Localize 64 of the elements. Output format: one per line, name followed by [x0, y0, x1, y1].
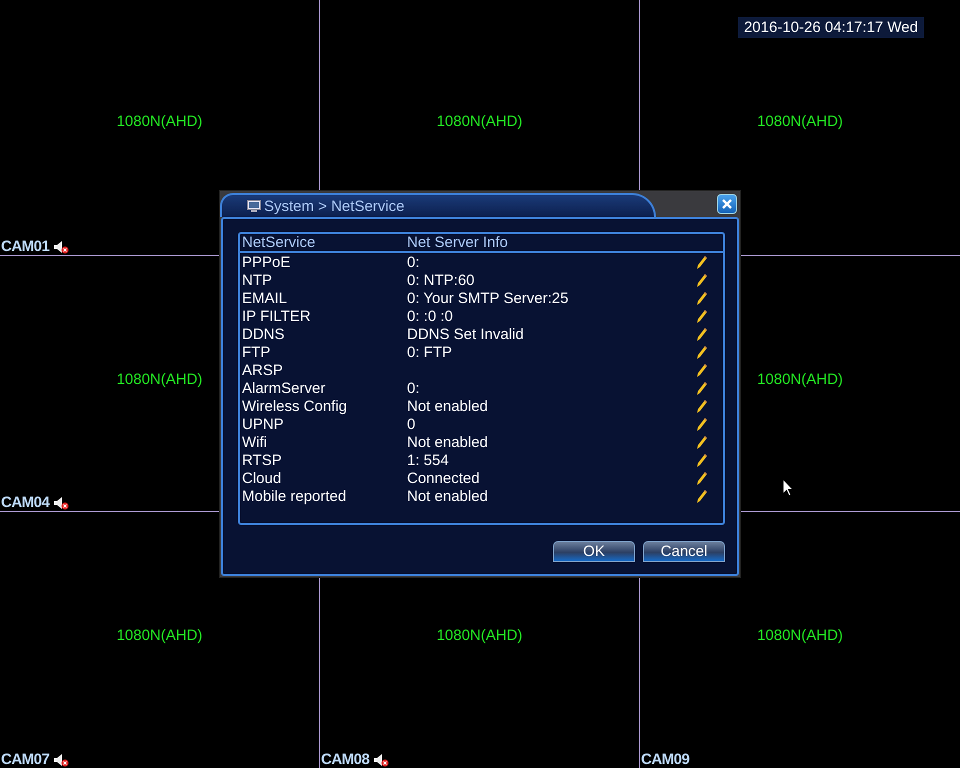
resolution-label: 1080N(AHD): [436, 627, 522, 644]
pencil-icon[interactable]: [697, 255, 707, 269]
pencil-icon[interactable]: [697, 435, 707, 449]
column-header: NetService: [241, 234, 316, 251]
pencil-icon[interactable]: [697, 273, 707, 287]
service-info: Not enabled: [406, 488, 489, 504]
camera-label: CAM04: [1, 494, 50, 511]
resolution-label: 1080N(AHD): [757, 113, 843, 130]
camera-label: CAM08: [321, 751, 370, 768]
service-info: Not enabled: [406, 434, 489, 450]
close-icon: [722, 199, 732, 209]
service-name: ARSP: [241, 362, 284, 378]
service-name: Wifi: [241, 434, 268, 450]
service-name: IP FILTER: [241, 308, 312, 324]
resolution-label: 1080N(AHD): [116, 627, 202, 644]
service-name: Cloud: [241, 470, 282, 486]
resolution-label: 1080N(AHD): [757, 371, 843, 388]
pencil-icon[interactable]: [697, 327, 707, 341]
service-info: 0:: [406, 380, 421, 396]
pencil-icon[interactable]: [697, 291, 707, 305]
service-name: AlarmServer: [241, 380, 326, 396]
pencil-icon[interactable]: [697, 453, 707, 467]
pencil-icon[interactable]: [697, 309, 707, 323]
service-name: DDNS: [241, 326, 286, 342]
column-header: Net Server Info: [406, 234, 509, 251]
pencil-icon[interactable]: [697, 345, 707, 359]
camera-label: CAM07: [1, 751, 50, 768]
service-info: Not enabled: [406, 398, 489, 414]
close-button[interactable]: [717, 194, 737, 214]
service-name: FTP: [241, 344, 272, 360]
service-name: UPNP: [241, 416, 285, 432]
monitor-icon: [247, 200, 261, 212]
pencil-icon[interactable]: [697, 363, 707, 377]
pencil-icon[interactable]: [697, 417, 707, 431]
service-name: PPPoE: [241, 254, 292, 270]
resolution-label: 1080N(AHD): [116, 371, 202, 388]
mouse-cursor-icon: [782, 478, 794, 497]
service-info: 1: 554: [406, 452, 450, 468]
service-name: RTSP: [241, 452, 283, 468]
resolution-label: 1080N(AHD): [116, 113, 202, 130]
service-info: 0: [406, 416, 416, 432]
service-info: 0:: [406, 254, 421, 270]
service-name: EMAIL: [241, 290, 288, 306]
camera-label: CAM09: [641, 751, 690, 768]
resolution-label: 1080N(AHD): [436, 113, 522, 130]
pencil-icon[interactable]: [697, 381, 707, 395]
service-info: 0: :0 :0: [406, 308, 454, 324]
date-time: 2016-10-26 04:17:17 Wed: [738, 17, 924, 38]
pencil-icon[interactable]: [697, 399, 707, 413]
service-info: DDNS Set Invalid: [406, 326, 525, 342]
service-info: 0: FTP: [406, 344, 454, 360]
title-text: System > NetService: [264, 198, 404, 214]
service-info: 0: Your SMTP Server:25: [406, 290, 570, 306]
pencil-icon[interactable]: [697, 471, 707, 485]
pencil-icon[interactable]: [697, 489, 707, 503]
ok-button[interactable]: OK: [553, 541, 635, 562]
service-info: 0: NTP:60: [406, 272, 476, 288]
service-name: Wireless Config: [241, 398, 348, 414]
cancel-button[interactable]: Cancel: [643, 541, 725, 562]
service-info: Connected: [406, 470, 481, 486]
service-name: NTP: [241, 272, 273, 288]
camera-label: CAM01: [1, 238, 50, 255]
resolution-label: 1080N(AHD): [757, 627, 843, 644]
service-name: Mobile reported: [241, 488, 348, 504]
